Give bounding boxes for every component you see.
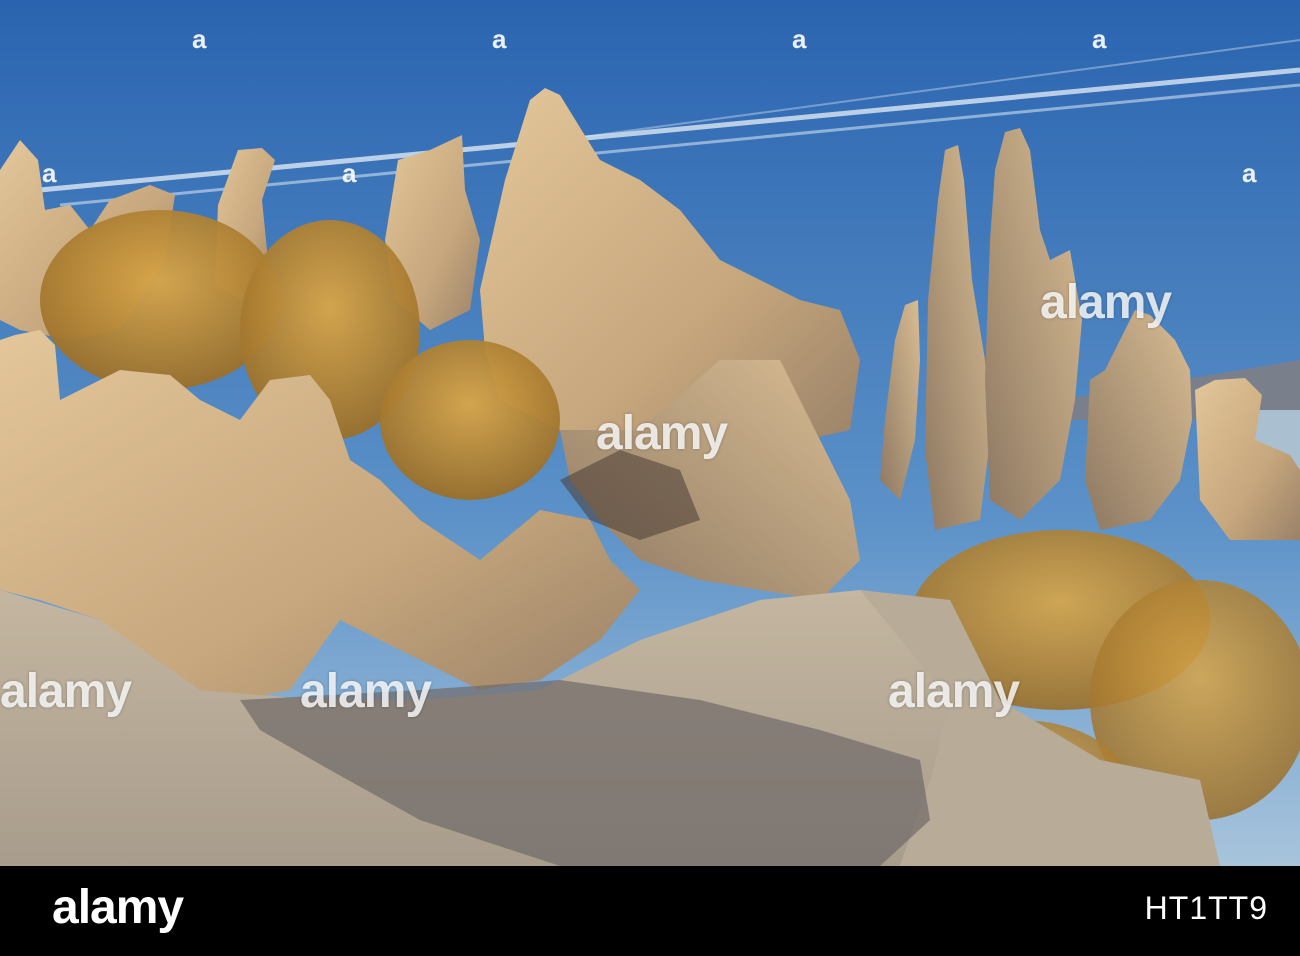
tufa-landscape [0,0,1300,866]
brand-logo: alamy [52,881,184,934]
photo: alamy alamy alamy alamy alamy a a a a a … [0,0,1300,866]
image-code: HT1TT9 [1144,890,1268,926]
shrub [380,340,560,500]
footer-bar: alamy HT1TT9 [0,866,1300,956]
